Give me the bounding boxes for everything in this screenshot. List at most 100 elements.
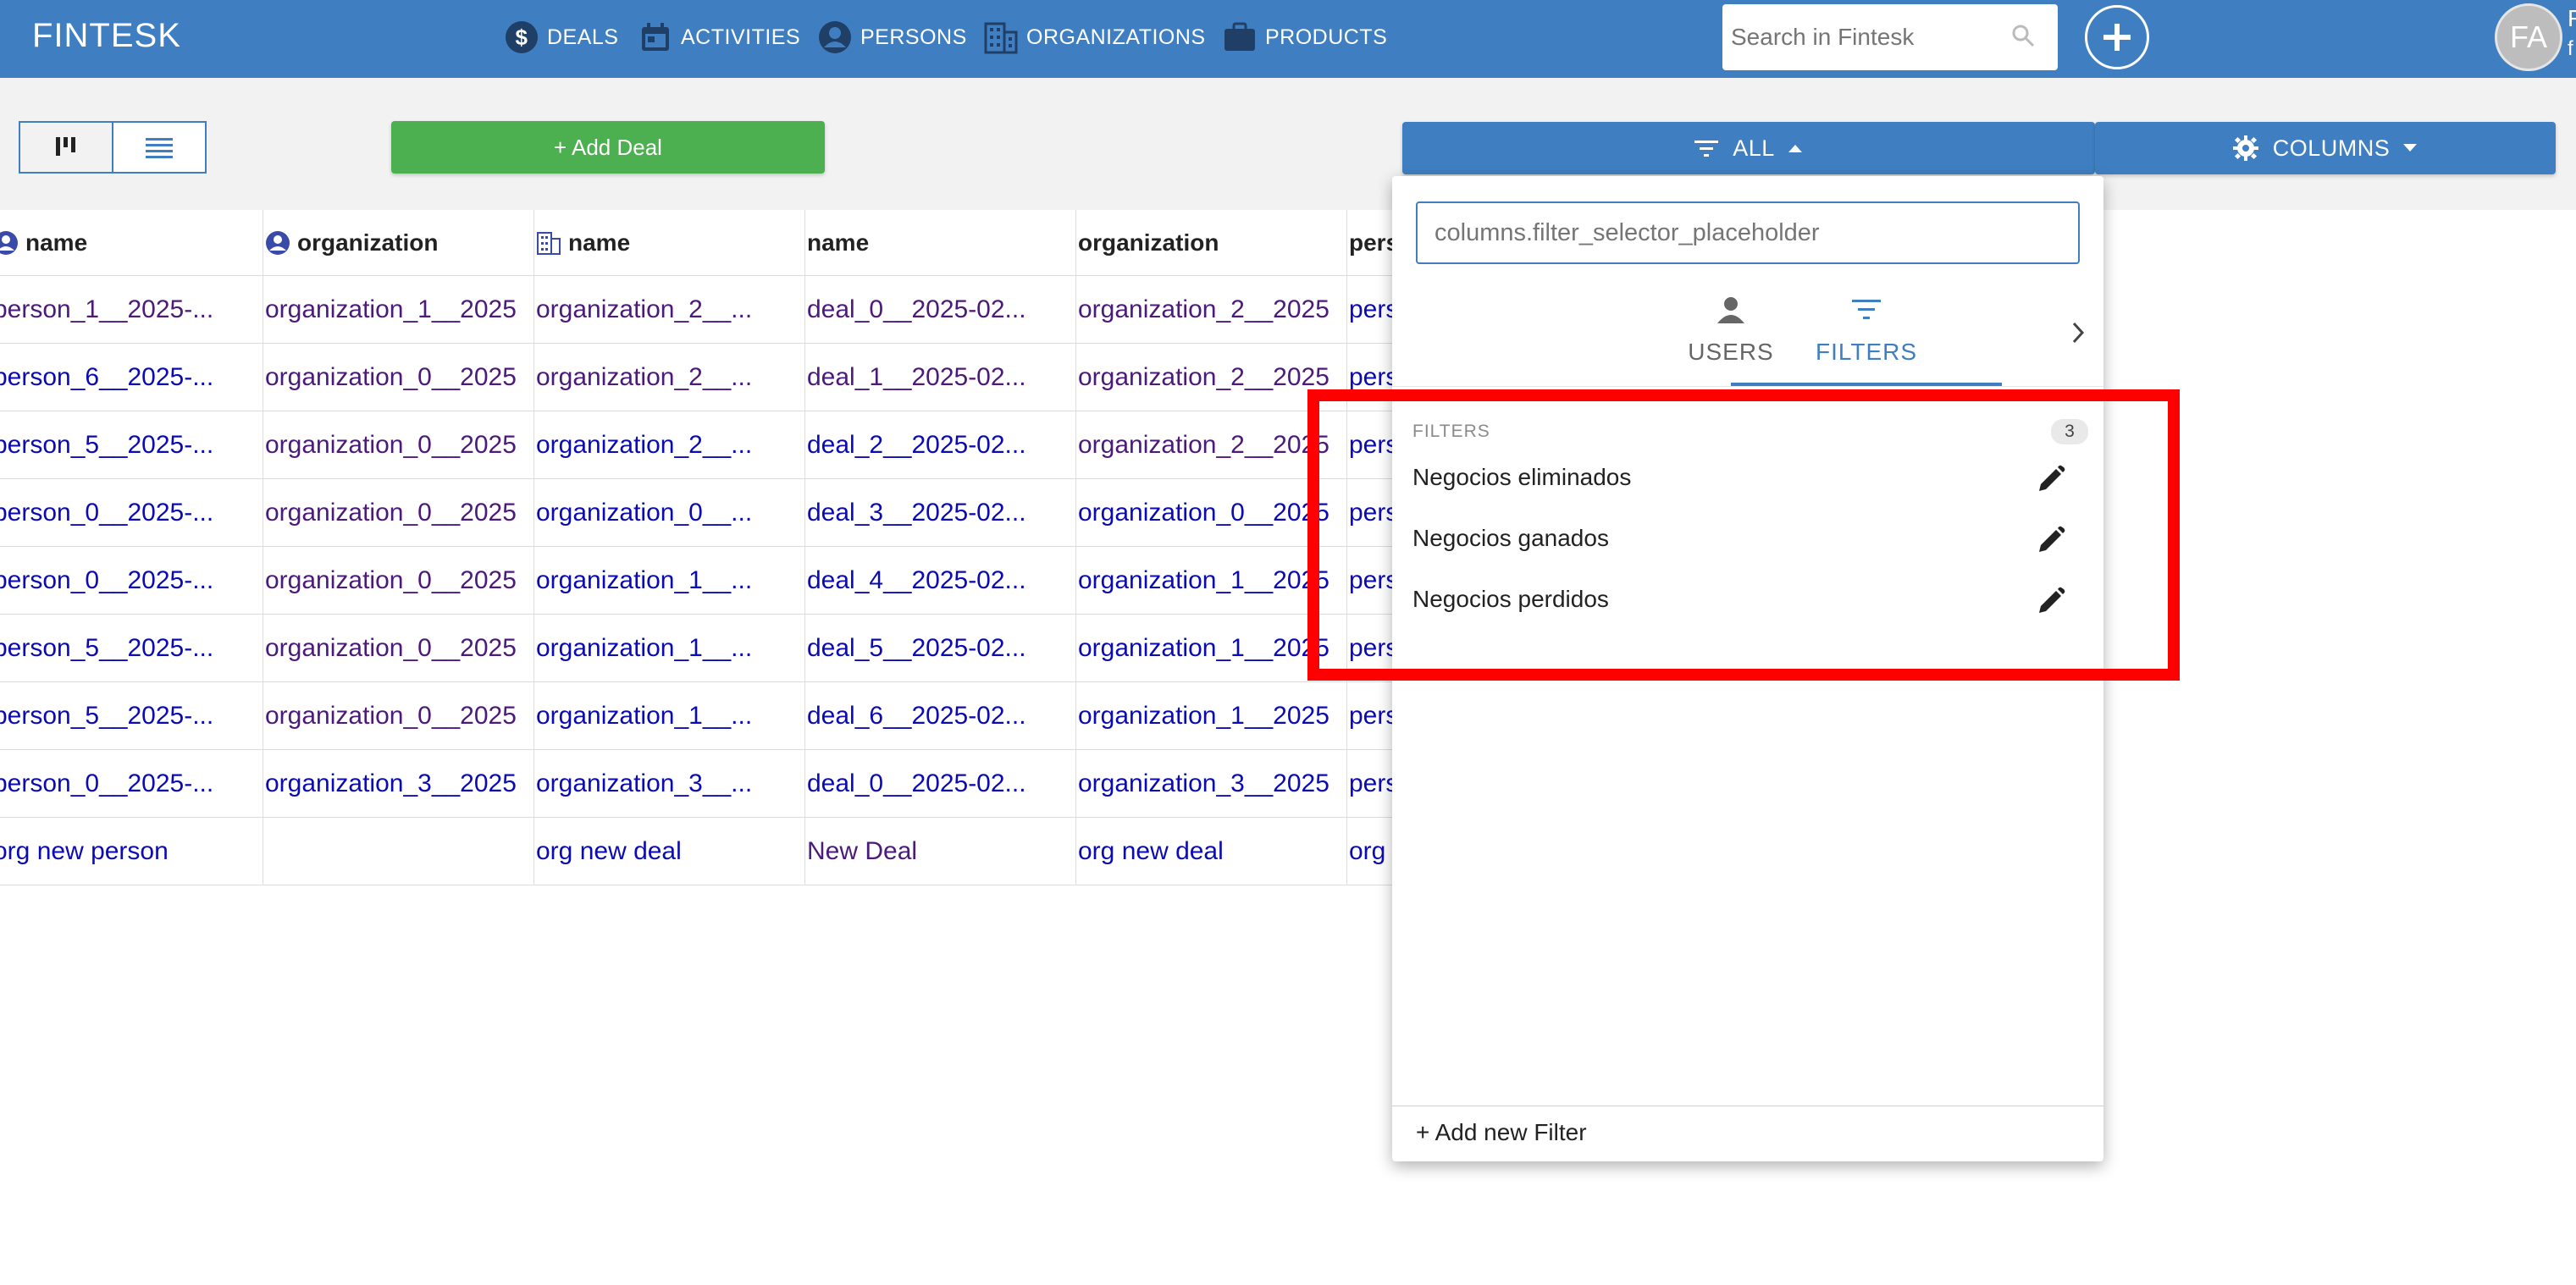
cell-person-name[interactable]: person_1__2025-...	[0, 276, 263, 344]
brand-logo[interactable]: FINTESK	[32, 17, 181, 55]
cell-person-organization[interactable]: organization_0__2025	[263, 479, 534, 547]
nav-activities[interactable]: ACTIVITIES	[638, 17, 800, 58]
cell-link[interactable]: person_5__2025-...	[0, 634, 213, 663]
cell-link[interactable]: organization_0__2025	[265, 499, 517, 527]
cell-link[interactable]: organization_2__2025	[1078, 431, 1329, 460]
cell-person-name[interactable]: person_0__2025-...	[0, 547, 263, 615]
cell-deal-name[interactable]: deal_0__2025-02...	[805, 276, 1076, 344]
column-header-deal-name[interactable]: name	[805, 210, 1076, 276]
cell-person-name[interactable]: org new person	[0, 818, 263, 885]
add-deal-button[interactable]: + Add Deal	[391, 121, 825, 174]
cell-link[interactable]: organization_0__2025	[265, 363, 517, 392]
pencil-icon[interactable]	[2034, 584, 2068, 618]
cell-deal-name[interactable]: New Deal	[805, 818, 1076, 885]
cell-link[interactable]: pers	[1349, 566, 1398, 595]
quick-add-button[interactable]	[2085, 5, 2149, 69]
cell-link[interactable]: pers	[1349, 702, 1398, 731]
cell-deal-organization[interactable]: org new deal	[1076, 818, 1347, 885]
cell-person-name[interactable]: person_0__2025-...	[0, 750, 263, 818]
cell-link[interactable]: org	[1349, 837, 1385, 866]
cell-link[interactable]: organization_0__2025	[265, 702, 517, 731]
cell-person-organization[interactable]: organization_0__2025	[263, 615, 534, 682]
cell-link[interactable]: pers	[1349, 634, 1398, 663]
cell-organization-name[interactable]: organization_0__...	[534, 479, 805, 547]
column-header-deal-organization[interactable]: organization	[1076, 210, 1347, 276]
cell-person-organization[interactable]: organization_0__2025	[263, 411, 534, 479]
filter-selector-button[interactable]: ALL	[1402, 122, 2095, 174]
pencil-icon[interactable]	[2034, 462, 2068, 496]
tab-filters[interactable]: FILTERS	[1731, 286, 2002, 391]
chevron-right-icon[interactable]	[2061, 312, 2095, 354]
cell-link[interactable]: org new deal	[536, 837, 682, 866]
search-input[interactable]	[1729, 23, 1998, 52]
column-header-person[interactable]: pers	[1347, 210, 1398, 276]
cell-organization-name[interactable]: organization_1__...	[534, 682, 805, 750]
cell-link[interactable]: organization_3__...	[536, 769, 752, 798]
cell-organization-name[interactable]: organization_1__...	[534, 547, 805, 615]
cell-person-name[interactable]: person_0__2025-...	[0, 479, 263, 547]
cell-link[interactable]: New Deal	[807, 837, 917, 866]
cell-link[interactable]: pers	[1349, 363, 1398, 392]
cell-deal-name[interactable]: deal_2__2025-02...	[805, 411, 1076, 479]
cell-deal-organization[interactable]: organization_2__2025	[1076, 276, 1347, 344]
cell-link[interactable]: organization_1__2025	[1078, 566, 1329, 595]
cell-person[interactable]: pers	[1347, 682, 1398, 750]
cell-person[interactable]: pers	[1347, 547, 1398, 615]
kanban-view-button[interactable]	[20, 123, 113, 172]
cell-deal-organization[interactable]: organization_2__2025	[1076, 411, 1347, 479]
cell-link[interactable]: person_1__2025-...	[0, 295, 213, 324]
cell-person-name[interactable]: person_6__2025-...	[0, 344, 263, 411]
cell-person-organization[interactable]: organization_1__2025	[263, 276, 534, 344]
cell-person-name[interactable]: person_5__2025-...	[0, 615, 263, 682]
cell-link[interactable]: deal_3__2025-02...	[807, 499, 1026, 527]
cell-deal-organization[interactable]: organization_1__2025	[1076, 615, 1347, 682]
cell-link[interactable]: organization_1__...	[536, 566, 752, 595]
cell-organization-name[interactable]: organization_1__...	[534, 615, 805, 682]
filter-item[interactable]: Negocios ganados	[1392, 510, 2103, 571]
cell-person-organization[interactable]: organization_0__2025	[263, 682, 534, 750]
cell-deal-organization[interactable]: organization_3__2025	[1076, 750, 1347, 818]
add-new-filter-button[interactable]: + Add new Filter	[1416, 1119, 1587, 1146]
cell-link[interactable]: organization_2__2025	[1078, 363, 1329, 392]
cell-link[interactable]: organization_2__...	[536, 363, 752, 392]
column-header-organization-name[interactable]: name	[534, 210, 805, 276]
nav-products[interactable]: PRODUCTS	[1223, 17, 1387, 58]
cell-person-name[interactable]: person_5__2025-...	[0, 411, 263, 479]
cell-organization-name[interactable]: organization_2__...	[534, 276, 805, 344]
cell-deal-name[interactable]: deal_5__2025-02...	[805, 615, 1076, 682]
cell-link[interactable]: organization_2__...	[536, 431, 752, 460]
cell-deal-name[interactable]: deal_1__2025-02...	[805, 344, 1076, 411]
cell-link[interactable]: organization_0__...	[536, 499, 752, 527]
cell-link[interactable]: org new person	[0, 837, 169, 866]
cell-link[interactable]: person_0__2025-...	[0, 566, 213, 595]
cell-link[interactable]: deal_0__2025-02...	[807, 295, 1026, 324]
cell-link[interactable]: pers	[1349, 769, 1398, 798]
filter-search-input[interactable]	[1433, 218, 2078, 248]
cell-deal-organization[interactable]: organization_2__2025	[1076, 344, 1347, 411]
cell-link[interactable]: deal_1__2025-02...	[807, 363, 1026, 392]
cell-deal-name[interactable]: deal_3__2025-02...	[805, 479, 1076, 547]
cell-link[interactable]: person_0__2025-...	[0, 769, 213, 798]
cell-deal-name[interactable]: deal_4__2025-02...	[805, 547, 1076, 615]
filter-item[interactable]: Negocios eliminados	[1392, 449, 2103, 510]
list-view-button[interactable]	[113, 123, 205, 172]
cell-link[interactable]: person_0__2025-...	[0, 499, 213, 527]
cell-link[interactable]: deal_2__2025-02...	[807, 431, 1026, 460]
cell-person[interactable]: org	[1347, 818, 1398, 885]
cell-person[interactable]: pers	[1347, 411, 1398, 479]
cell-person-name[interactable]: person_5__2025-...	[0, 682, 263, 750]
cell-link[interactable]: organization_0__2025	[265, 566, 517, 595]
cell-link[interactable]: organization_1__2025	[1078, 634, 1329, 663]
cell-organization-name[interactable]: organization_2__...	[534, 411, 805, 479]
cell-link[interactable]: person_5__2025-...	[0, 431, 213, 460]
cell-organization-name[interactable]: org new deal	[534, 818, 805, 885]
column-header-person-name[interactable]: name	[0, 210, 263, 276]
cell-deal-name[interactable]: deal_0__2025-02...	[805, 750, 1076, 818]
nav-persons[interactable]: PERSONS	[818, 17, 967, 58]
cell-link[interactable]: organization_1__2025	[265, 295, 517, 324]
cell-deal-name[interactable]: deal_6__2025-02...	[805, 682, 1076, 750]
cell-organization-name[interactable]: organization_2__...	[534, 344, 805, 411]
cell-link[interactable]: organization_2__2025	[1078, 295, 1329, 324]
filter-item[interactable]: Negocios perdidos	[1392, 571, 2103, 631]
cell-link[interactable]: pers	[1349, 431, 1398, 460]
